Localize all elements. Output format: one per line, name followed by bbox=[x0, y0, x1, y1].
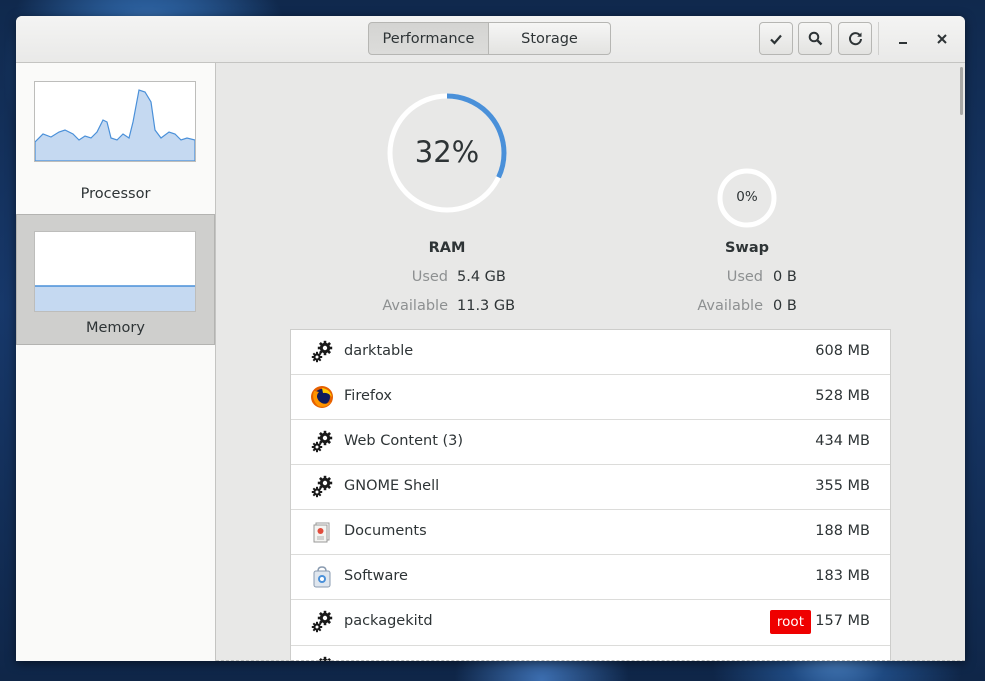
memory-graph bbox=[34, 231, 196, 312]
software-icon bbox=[313, 566, 331, 588]
process-name: darktable bbox=[344, 343, 414, 359]
process-list: darktable 608 MB Firefox 528 MB Web Cont… bbox=[290, 329, 891, 661]
swap-label: Swap bbox=[724, 240, 769, 256]
tab-performance[interactable]: Performance bbox=[368, 22, 489, 55]
sidebar-item-processor[interactable]: Processor bbox=[16, 63, 215, 213]
documents-icon bbox=[313, 522, 330, 543]
close-button[interactable] bbox=[928, 22, 956, 55]
processor-graph bbox=[34, 81, 196, 162]
minimize-button[interactable] bbox=[889, 22, 917, 55]
gears-icon bbox=[311, 475, 333, 498]
ram-available-value: 11.3 GB bbox=[457, 298, 516, 314]
gears-icon bbox=[311, 610, 333, 633]
swap-percent: 0% bbox=[736, 189, 758, 205]
list-item[interactable]: packagekitd root 157 MB bbox=[291, 600, 890, 646]
sidebar: Processor Memory bbox=[16, 63, 216, 661]
process-name: Documents bbox=[344, 523, 427, 539]
root-badge: root bbox=[769, 610, 811, 634]
gears-icon bbox=[311, 340, 333, 363]
swap-used-value: 0 B bbox=[773, 269, 797, 285]
list-item[interactable] bbox=[291, 646, 890, 661]
view-switcher: Performance Storage bbox=[368, 22, 611, 55]
sidebar-item-label: Processor bbox=[80, 186, 151, 202]
list-item[interactable]: Software 183 MB bbox=[291, 555, 890, 600]
swap-available-value: 0 B bbox=[773, 298, 797, 314]
refresh-icon bbox=[848, 32, 862, 46]
minimize-icon bbox=[899, 41, 907, 44]
system-monitor-window: Performance Storage Processor Memory 32%… bbox=[16, 16, 965, 661]
process-memory: 188 MB bbox=[815, 523, 870, 539]
list-item[interactable]: GNOME Shell 355 MB bbox=[291, 465, 890, 510]
search-button[interactable] bbox=[798, 22, 832, 55]
ram-available-key: Available bbox=[382, 298, 448, 314]
search-icon bbox=[808, 31, 822, 46]
process-memory: 355 MB bbox=[815, 478, 870, 494]
process-memory: 434 MB bbox=[815, 433, 870, 449]
scrollbar[interactable] bbox=[960, 67, 963, 115]
refresh-button[interactable] bbox=[838, 22, 872, 55]
swap-used-key: Used bbox=[726, 269, 763, 285]
gears-icon bbox=[311, 430, 333, 453]
main-content: 32% RAM Used 5.4 GB Available 11.3 GB 0%… bbox=[216, 63, 965, 661]
sidebar-item-label: Memory bbox=[86, 320, 145, 336]
ram-percent: 32% bbox=[414, 135, 480, 169]
ram-used-key: Used bbox=[411, 269, 448, 285]
process-memory: 528 MB bbox=[815, 388, 870, 404]
process-memory: 157 MB bbox=[815, 613, 870, 629]
firefox-icon bbox=[311, 386, 333, 408]
ram-label: RAM bbox=[428, 240, 466, 256]
process-name: Firefox bbox=[344, 388, 392, 404]
process-name: Web Content (3) bbox=[344, 433, 464, 449]
check-icon bbox=[770, 34, 782, 45]
header-bar: Performance Storage bbox=[16, 16, 965, 63]
process-name: packagekitd bbox=[344, 613, 433, 629]
close-icon bbox=[937, 33, 947, 44]
scroll-edge bbox=[216, 660, 965, 661]
process-name: GNOME Shell bbox=[344, 478, 440, 494]
list-item[interactable]: Web Content (3) 434 MB bbox=[291, 420, 890, 465]
list-item[interactable]: Firefox 528 MB bbox=[291, 375, 890, 420]
process-memory: 183 MB bbox=[815, 568, 870, 584]
list-item[interactable]: Documents 188 MB bbox=[291, 510, 890, 555]
swap-available-key: Available bbox=[697, 298, 763, 314]
process-memory: 608 MB bbox=[815, 343, 870, 359]
header-separator bbox=[878, 22, 879, 55]
tab-storage[interactable]: Storage bbox=[489, 22, 611, 55]
list-item[interactable]: darktable 608 MB bbox=[291, 330, 890, 375]
sidebar-item-memory[interactable]: Memory bbox=[16, 214, 215, 345]
process-name: Software bbox=[344, 568, 408, 584]
ram-used-value: 5.4 GB bbox=[457, 269, 506, 285]
select-button[interactable] bbox=[759, 22, 793, 55]
